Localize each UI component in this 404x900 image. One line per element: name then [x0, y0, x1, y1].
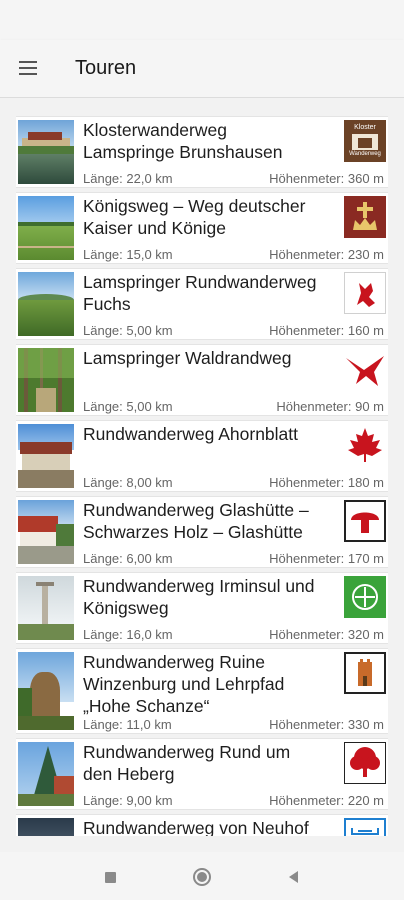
- tour-length: Länge: 5,00 km: [83, 323, 173, 338]
- app-root: Touren Klosterwanderweg Lamspringe Bruns…: [0, 0, 404, 900]
- forest-path-photo: [18, 348, 74, 412]
- castle-ruin-photo: [18, 652, 74, 730]
- tour-elevation: Höhenmeter: 320 m: [269, 627, 384, 642]
- tour-title: Lamspringer Waldrandweg: [83, 348, 292, 368]
- tour-title: Rundwanderweg Irminsul und Königsweg: [83, 576, 315, 618]
- tour-length: Länge: 11,0 km: [83, 717, 172, 732]
- castle-ruin-icon: [344, 652, 386, 694]
- tour-elevation: Höhenmeter: 170 m: [269, 551, 384, 566]
- tour-list-item[interactable]: Königsweg – Weg deutscher Kaiser und Kön…: [16, 192, 388, 264]
- status-bar: [0, 0, 404, 40]
- red-fox-icon: [344, 272, 386, 314]
- red-bird-icon: [344, 348, 386, 390]
- tour-title: Rundwanderweg Ahornblatt: [83, 424, 299, 444]
- neuhof-roof-photo: [18, 818, 74, 836]
- tour-list-item[interactable]: Klosterwanderweg Lamspringe Brunshausen …: [16, 116, 388, 188]
- tour-title: Rundwanderweg Glashütte – Schwarzes Holz…: [83, 500, 309, 542]
- tour-length: Länge: 15,0 km: [83, 247, 173, 262]
- tour-length: Länge: 9,00 km: [83, 793, 173, 808]
- tour-length: Länge: 8,00 km: [83, 475, 173, 490]
- tour-title: Rundwanderweg Ruine Winzenburg und Lehrp…: [83, 652, 285, 716]
- tour-list-item[interactable]: Lamspringer Waldrandweg Länge: 5,00 km H…: [16, 344, 388, 416]
- system-navigation-bar: [0, 852, 404, 900]
- logo-text-bottom: Wanderweg: [349, 151, 381, 157]
- page-title: Touren: [75, 57, 137, 79]
- irminsul-column-photo: [18, 576, 74, 640]
- monastery-lake-photo: [18, 120, 74, 184]
- tour-elevation: Höhenmeter: 160 m: [269, 323, 384, 338]
- tour-title: Klosterwanderweg Lamspringe Brunshausen: [83, 120, 283, 162]
- tour-list-item[interactable]: Rundwanderweg Glashütte – Schwarzes Holz…: [16, 496, 388, 568]
- red-roof-house-photo: [18, 500, 74, 564]
- square-recents-icon[interactable]: [99, 866, 121, 888]
- tour-elevation: Höhenmeter: 330 m: [269, 717, 384, 732]
- tour-length: Länge: 6,00 km: [83, 551, 173, 566]
- tour-list-item[interactable]: Rundwanderweg Ahornblatt Länge: 8,00 km …: [16, 420, 388, 492]
- village-houses-photo: [18, 424, 74, 488]
- tour-length: Länge: 22,0 km: [83, 171, 173, 186]
- tour-title: Rundwanderweg von Neuhof: [83, 818, 309, 836]
- tour-elevation: Höhenmeter: 90 m: [276, 399, 384, 414]
- tour-elevation: Höhenmeter: 180 m: [269, 475, 384, 490]
- spruce-tree-photo: [18, 742, 74, 806]
- tour-elevation: Höhenmeter: 360 m: [269, 171, 384, 186]
- triangle-back-icon[interactable]: [283, 866, 305, 888]
- tour-list-item[interactable]: Lamspringer Rundwanderweg Fuchs Länge: 5…: [16, 268, 388, 340]
- green-meadow-photo: [18, 196, 74, 260]
- maple-leaf-icon: [344, 424, 386, 466]
- tour-list[interactable]: Klosterwanderweg Lamspringe Brunshausen …: [0, 98, 404, 836]
- tour-elevation: Höhenmeter: 220 m: [269, 793, 384, 808]
- green-crosshair-icon: [344, 576, 386, 618]
- tour-list-item[interactable]: Rundwanderweg Ruine Winzenburg und Lehrp…: [16, 648, 388, 734]
- circle-home-icon[interactable]: [191, 866, 213, 888]
- tour-elevation: Höhenmeter: 230 m: [269, 247, 384, 262]
- blue-bracket-icon: [344, 818, 386, 836]
- tour-list-item[interactable]: Rundwanderweg Irminsul und Königsweg Län…: [16, 572, 388, 644]
- tour-list-item[interactable]: Rundwanderweg Rund um den Heberg Länge: …: [16, 738, 388, 810]
- red-tree-icon: [344, 742, 386, 784]
- field-hills-photo: [18, 272, 74, 336]
- red-mushroom-icon: [344, 500, 386, 542]
- crown-cross-icon: [344, 196, 386, 238]
- tour-length: Länge: 5,00 km: [83, 399, 173, 414]
- tour-title: Rundwanderweg Rund um den Heberg: [83, 742, 291, 784]
- tour-length: Länge: 16,0 km: [83, 627, 173, 642]
- hamburger-menu-icon[interactable]: [14, 56, 44, 82]
- tour-list-item[interactable]: Rundwanderweg von Neuhof: [16, 814, 388, 836]
- tour-title: Lamspringer Rundwanderweg Fuchs: [83, 272, 317, 314]
- app-toolbar: Touren: [0, 40, 404, 98]
- logo-text-top: Kloster: [354, 124, 376, 131]
- tour-title: Königsweg – Weg deutscher Kaiser und Kön…: [83, 196, 306, 238]
- kloster-wanderweg-sign-icon: Kloster Wanderweg: [344, 120, 386, 162]
